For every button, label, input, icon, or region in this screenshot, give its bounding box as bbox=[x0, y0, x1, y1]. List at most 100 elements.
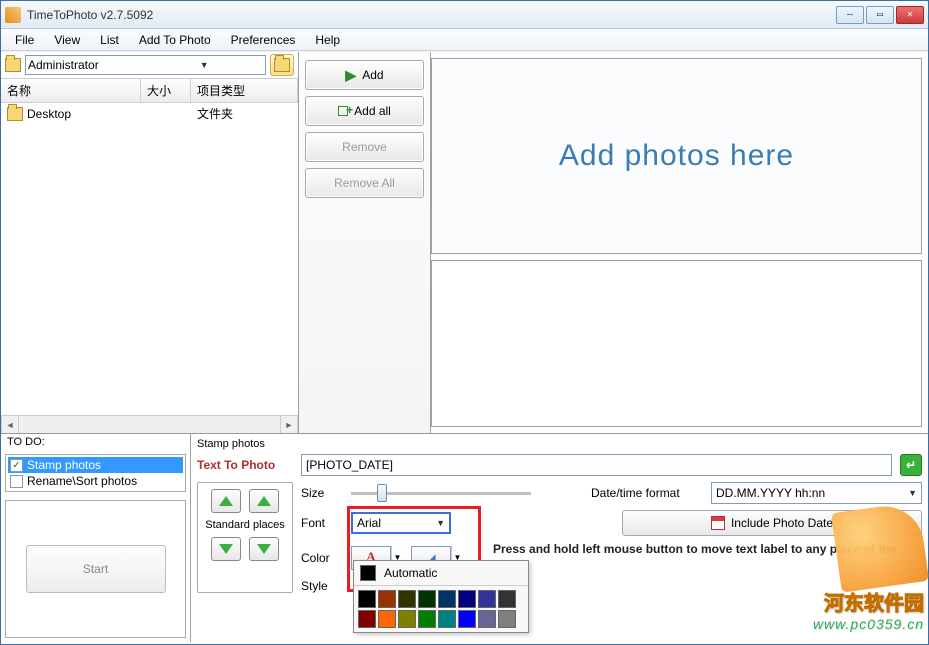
menu-list[interactable]: List bbox=[90, 31, 129, 49]
file-list-header: 名称 大小 项目类型 bbox=[1, 79, 298, 103]
add-all-icon bbox=[338, 106, 348, 116]
style-label: Style bbox=[301, 579, 341, 593]
color-swatch[interactable] bbox=[478, 610, 496, 628]
color-swatch[interactable] bbox=[378, 610, 396, 628]
color-grid bbox=[354, 586, 528, 632]
color-swatch[interactable] bbox=[438, 590, 456, 608]
include-label: Include Photo Date bbox=[731, 516, 833, 530]
close-button[interactable]: ✕ bbox=[896, 6, 924, 24]
minimize-button[interactable]: — bbox=[836, 6, 864, 24]
triangle-up-icon bbox=[257, 496, 271, 506]
col-size[interactable]: 大小 bbox=[141, 79, 191, 102]
add-label: Add bbox=[362, 68, 383, 82]
color-swatch-black bbox=[360, 565, 376, 581]
font-label: Font bbox=[301, 516, 341, 530]
font-value: Arial bbox=[357, 516, 431, 530]
menu-file[interactable]: File bbox=[5, 31, 44, 49]
scroll-track[interactable] bbox=[19, 416, 280, 433]
checkbox-checked-icon[interactable]: ✓ bbox=[10, 459, 23, 472]
folder-up-button[interactable] bbox=[270, 54, 294, 76]
triangle-up-icon bbox=[219, 496, 233, 506]
path-combo[interactable]: Administrator ▼ bbox=[25, 55, 266, 75]
add-button[interactable]: ▶ Add bbox=[305, 60, 424, 90]
list-item[interactable]: Desktop 文件夹 bbox=[1, 103, 298, 124]
move-hint: Press and hold left mouse button to move… bbox=[493, 542, 922, 573]
color-swatch[interactable] bbox=[458, 590, 476, 608]
automatic-label: Automatic bbox=[384, 566, 437, 580]
color-swatch[interactable] bbox=[498, 610, 516, 628]
folder-icon bbox=[5, 58, 21, 72]
file-browser-pane: Administrator ▼ 名称 大小 项目类型 Desktop 文件夹 ◄ bbox=[1, 52, 299, 433]
color-swatch[interactable] bbox=[418, 590, 436, 608]
date-format-label: Date/time format bbox=[591, 486, 701, 500]
color-swatch[interactable] bbox=[498, 590, 516, 608]
remove-all-button[interactable]: Remove All bbox=[305, 168, 424, 198]
menu-view[interactable]: View bbox=[44, 31, 90, 49]
triangle-down-icon bbox=[257, 544, 271, 554]
add-all-button[interactable]: Add all bbox=[305, 96, 424, 126]
cell-type: 文件夹 bbox=[197, 105, 233, 122]
size-label: Size bbox=[301, 486, 341, 500]
color-swatch[interactable] bbox=[458, 610, 476, 628]
remove-button[interactable]: Remove bbox=[305, 132, 424, 162]
todo-header: TO DO: bbox=[7, 436, 184, 448]
color-label: Color bbox=[301, 551, 341, 565]
start-button[interactable]: Start bbox=[26, 545, 166, 593]
app-icon bbox=[5, 7, 21, 23]
refresh-button[interactable]: ↵ bbox=[900, 454, 922, 476]
todo-list: ✓ Stamp photos Rename\Sort photos bbox=[5, 454, 186, 492]
calendar-icon bbox=[711, 516, 725, 530]
folder-up-icon bbox=[274, 58, 290, 72]
color-swatch[interactable] bbox=[358, 590, 376, 608]
standard-places-label: Standard places bbox=[205, 519, 285, 531]
scroll-right-icon[interactable]: ► bbox=[280, 416, 298, 433]
menu-preferences[interactable]: Preferences bbox=[221, 31, 306, 49]
chevron-down-icon[interactable]: ▼ bbox=[146, 60, 264, 70]
slider-thumb[interactable] bbox=[377, 484, 387, 502]
add-all-label: Add all bbox=[354, 104, 391, 118]
color-swatch[interactable] bbox=[378, 590, 396, 608]
arrow-down-right-button[interactable] bbox=[249, 537, 279, 561]
color-picker-popup[interactable]: Automatic bbox=[353, 560, 529, 633]
include-photo-date-button[interactable]: Include Photo Date bbox=[622, 510, 922, 536]
color-swatch[interactable] bbox=[358, 610, 376, 628]
color-swatch[interactable] bbox=[438, 610, 456, 628]
folder-icon bbox=[7, 107, 23, 121]
chevron-down-icon[interactable]: ▼ bbox=[903, 488, 917, 498]
size-slider[interactable] bbox=[351, 482, 531, 504]
col-name[interactable]: 名称 bbox=[1, 79, 141, 102]
photo-drop-area[interactable]: Add photos here bbox=[431, 58, 922, 254]
photo-preview bbox=[431, 260, 922, 427]
stamp-header: Stamp photos bbox=[197, 438, 922, 450]
menu-help[interactable]: Help bbox=[305, 31, 350, 49]
col-type[interactable]: 项目类型 bbox=[191, 79, 298, 102]
titlebar: TimeToPhoto v2.7.5092 — ▭ ✕ bbox=[1, 1, 928, 29]
drop-hint: Add photos here bbox=[559, 139, 794, 173]
arrow-up-left-button[interactable] bbox=[211, 489, 241, 513]
color-automatic-row[interactable]: Automatic bbox=[354, 561, 528, 586]
text-to-photo-input[interactable] bbox=[301, 454, 892, 476]
menu-add-to-photo[interactable]: Add To Photo bbox=[129, 31, 221, 49]
scroll-left-icon[interactable]: ◄ bbox=[1, 416, 19, 433]
arrow-left-icon: ↵ bbox=[906, 458, 916, 472]
window-title: TimeToPhoto v2.7.5092 bbox=[27, 8, 836, 22]
text-to-photo-label: Text To Photo bbox=[197, 458, 293, 472]
color-swatch[interactable] bbox=[418, 610, 436, 628]
chevron-down-icon[interactable]: ▼ bbox=[431, 518, 445, 528]
todo-item-label: Stamp photos bbox=[27, 458, 101, 472]
arrow-up-right-button[interactable] bbox=[249, 489, 279, 513]
start-label: Start bbox=[83, 562, 108, 576]
todo-item-stamp[interactable]: ✓ Stamp photos bbox=[8, 457, 183, 473]
remove-label: Remove bbox=[342, 140, 387, 154]
horizontal-scrollbar[interactable]: ◄ ► bbox=[1, 415, 298, 433]
color-swatch[interactable] bbox=[398, 610, 416, 628]
checkbox-icon[interactable] bbox=[10, 475, 23, 488]
color-swatch[interactable] bbox=[478, 590, 496, 608]
font-combo[interactable]: Arial ▼ bbox=[351, 512, 451, 534]
date-format-combo[interactable]: DD.MM.YYYY hh:nn ▼ bbox=[711, 482, 922, 504]
maximize-button[interactable]: ▭ bbox=[866, 6, 894, 24]
arrow-down-left-button[interactable] bbox=[211, 537, 241, 561]
color-swatch[interactable] bbox=[398, 590, 416, 608]
todo-item-rename[interactable]: Rename\Sort photos bbox=[8, 473, 183, 489]
file-list[interactable]: 名称 大小 项目类型 Desktop 文件夹 bbox=[1, 78, 298, 415]
